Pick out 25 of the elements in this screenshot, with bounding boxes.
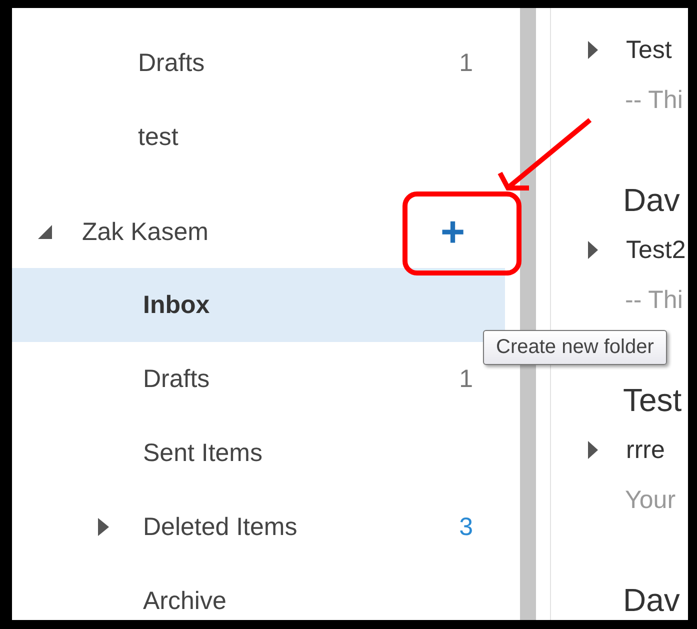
sender-heading: Dav (623, 582, 680, 618)
sender-heading: Dav (623, 182, 680, 218)
item-count: 1 (459, 48, 473, 78)
message-subject[interactable]: Test (626, 36, 672, 64)
folder-item[interactable]: Drafts 1 (12, 26, 505, 100)
folder-item[interactable]: Archive (12, 564, 505, 620)
collapse-triangle-icon[interactable] (38, 225, 52, 239)
message-subject[interactable]: rrre (626, 436, 665, 464)
folder-item[interactable]: Deleted Items 3 (12, 490, 505, 564)
message-subject[interactable]: Test2 (626, 236, 686, 264)
expand-triangle-icon[interactable] (588, 441, 598, 459)
expand-triangle-icon[interactable] (588, 241, 598, 259)
message-preview: -- Thi (625, 86, 683, 114)
item-count: 3 (459, 512, 473, 542)
message-preview: Your (625, 486, 676, 514)
expand-triangle-icon[interactable] (98, 518, 109, 536)
add-folder-button[interactable]: + (432, 211, 473, 253)
sender-heading: Test (623, 382, 682, 418)
item-count: 1 (459, 364, 473, 394)
folder-item[interactable]: Sent Items (12, 416, 505, 490)
account-name[interactable]: Zak Kasem (82, 218, 432, 246)
folder-item[interactable]: test (12, 100, 505, 174)
message-preview: -- Thi (625, 286, 683, 314)
expand-triangle-icon[interactable] (588, 41, 598, 59)
tooltip: Create new folder (483, 330, 667, 365)
